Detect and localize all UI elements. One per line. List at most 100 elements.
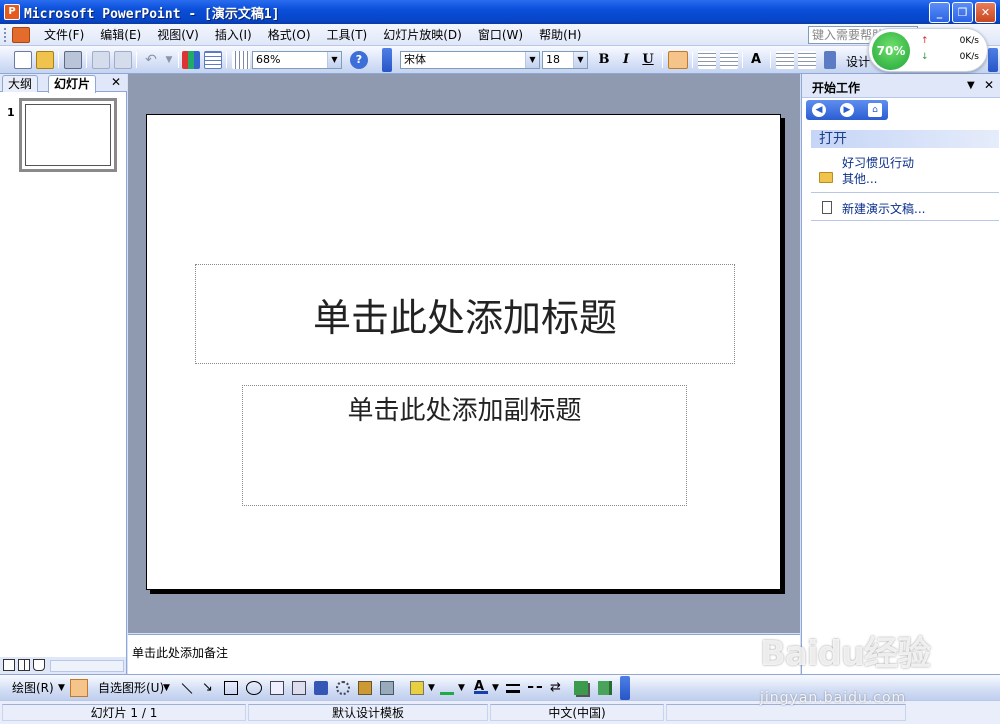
3d-icon[interactable] [598,681,612,695]
chevron-down-icon[interactable]: ▼ [428,679,435,697]
grid-icon[interactable] [232,51,250,69]
menu-view[interactable]: 视图(V) [149,25,207,45]
close-icon[interactable]: ✕ [984,78,994,92]
chevron-down-icon[interactable]: ▼ [492,679,499,697]
new-presentation-link[interactable]: 新建演示文稿... [842,200,925,217]
font-name-select[interactable]: 宋体 ▼ [400,51,540,69]
close-button[interactable]: ✕ [975,2,996,23]
shadow-icon[interactable] [574,681,588,695]
toolbar-separator [742,52,743,68]
chevron-down-icon[interactable]: ▼ [458,679,465,697]
tab-slides[interactable]: 幻灯片 [48,75,97,93]
oval-icon[interactable] [246,681,262,695]
copy-icon[interactable] [92,51,110,69]
dash-style-icon[interactable] [528,686,542,690]
task-pane-dropdown-icon[interactable]: ▼ [967,80,975,91]
clipart-icon[interactable] [358,681,372,695]
divider [811,220,999,221]
zoom-select[interactable]: 68% ▼ [252,51,342,69]
home-icon[interactable]: ⌂ [868,103,882,117]
new-icon[interactable] [14,51,32,69]
line-icon[interactable] [181,683,193,694]
draw-menu-button[interactable]: 绘图(R) [12,679,54,697]
open-more-link[interactable]: 其他... [842,170,877,187]
toolbar-options-icon[interactable] [382,48,392,72]
fill-color-icon[interactable] [410,681,424,695]
bullets-icon[interactable] [720,51,738,69]
recent-file-link[interactable]: 好习惯见行动 [842,154,914,171]
subtitle-placeholder[interactable]: 单击此处添加副标题 [242,385,687,506]
print-icon[interactable] [64,51,82,69]
diagram-icon[interactable] [336,681,350,695]
open-icon[interactable] [36,51,54,69]
tab-outline[interactable]: 大纲 [2,75,39,92]
underline-button[interactable]: U [639,51,657,69]
chevron-down-icon[interactable]: ▼ [58,679,65,697]
autoshapes-button[interactable]: 自选图形(U) [98,679,164,697]
close-icon[interactable]: ✕ [111,75,121,89]
menu-file[interactable]: 文件(F) [36,25,92,45]
restore-button[interactable]: ❐ [952,2,973,23]
line-style-icon[interactable] [506,684,520,693]
notes-pane[interactable]: 单击此处添加备注 [128,634,800,674]
numbering-icon[interactable] [698,51,716,69]
increase-indent-icon[interactable] [798,51,816,69]
chevron-down-icon[interactable]: ▼ [327,52,341,68]
powerpoint-icon[interactable]: P [4,4,20,20]
font-size-select[interactable]: 18 ▼ [542,51,588,69]
undo-icon[interactable]: ↶ [142,51,160,69]
design-button[interactable]: 设计 [846,53,870,70]
font-color-icon[interactable]: A [474,680,488,694]
menu-format[interactable]: 格式(O) [260,25,319,45]
toolbar-grip-icon[interactable] [4,27,8,42]
menu-help[interactable]: 帮助(H) [531,25,589,45]
back-icon[interactable]: ◀ [812,103,826,117]
folder-icon [819,172,833,183]
italic-button[interactable]: I [617,51,635,69]
slideshow-view-icon[interactable] [33,659,45,671]
title-bar: P Microsoft PowerPoint - [演示文稿1] _ ❐ ✕ [0,0,1000,24]
toolbar-options-icon[interactable] [620,676,630,700]
toolbar-options-icon[interactable] [988,48,998,72]
download-speed-value: 0K/s [959,52,979,62]
normal-view-icon[interactable] [3,659,15,671]
slide-thumbnail[interactable] [19,98,117,172]
undo-dropdown-icon[interactable]: ▼ [160,51,178,69]
forward-icon[interactable]: ▶ [840,103,854,117]
picture-icon[interactable] [380,681,394,695]
chevron-down-icon[interactable]: ▼ [163,679,170,697]
chevron-down-icon[interactable]: ▼ [525,52,539,68]
slide-canvas[interactable]: 单击此处添加标题 单击此处添加副标题 [146,114,781,590]
menu-tools[interactable]: 工具(T) [319,25,376,45]
document-menu-icon[interactable] [12,26,30,43]
menu-window[interactable]: 窗口(W) [470,25,531,45]
rectangle-icon[interactable] [224,681,238,695]
horizontal-scrollbar[interactable] [50,660,124,672]
toolbar-separator [86,52,87,68]
insert-table-icon[interactable] [204,51,222,69]
chevron-down-icon[interactable]: ▼ [573,52,587,68]
increase-font-icon[interactable]: A [747,51,765,69]
insert-chart-icon[interactable] [182,51,200,69]
decrease-indent-icon[interactable] [776,51,794,69]
design-icon[interactable] [824,51,836,69]
menu-edit[interactable]: 编辑(E) [92,25,149,45]
arrow-icon[interactable]: ↘ [202,681,216,695]
minimize-button[interactable]: _ [929,2,950,23]
vertical-textbox-icon[interactable] [292,681,306,695]
menu-insert[interactable]: 插入(I) [207,25,260,45]
select-pointer-icon[interactable] [70,679,88,697]
textbox-icon[interactable] [270,681,284,695]
line-color-icon[interactable] [440,681,454,695]
network-speed-widget[interactable]: 70% ↑ 0K/s ↓ 0K/s [868,28,988,72]
wordart-icon[interactable] [314,681,328,695]
slide-sorter-icon[interactable] [18,659,30,671]
paste-icon[interactable] [114,51,132,69]
title-placeholder[interactable]: 单击此处添加标题 [195,264,735,364]
menu-slideshow[interactable]: 幻灯片放映(D) [375,25,470,45]
toolbar-separator [770,52,771,68]
align-left-icon[interactable] [668,51,688,69]
arrow-style-icon[interactable]: ⇄ [550,681,564,695]
bold-button[interactable]: B [595,51,613,69]
help-icon[interactable]: ? [350,51,368,69]
